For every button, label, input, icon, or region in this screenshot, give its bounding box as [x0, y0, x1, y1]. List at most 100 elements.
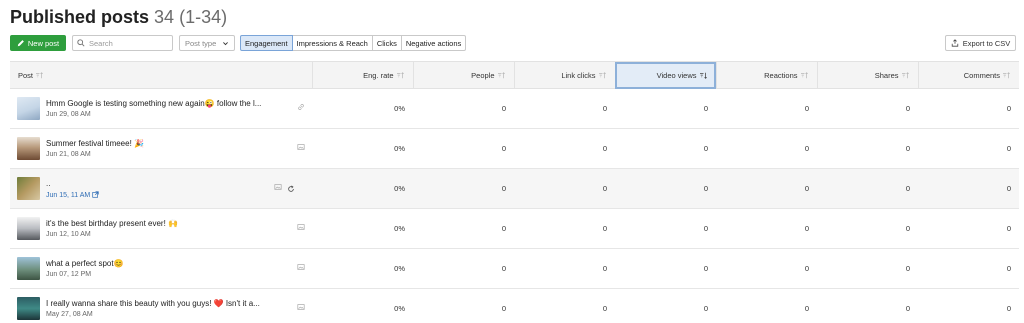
post-thumbnail[interactable] — [17, 217, 40, 240]
comments-value: 0 — [918, 208, 1019, 249]
new-post-button[interactable]: New post — [10, 35, 66, 51]
post-date: Jun 29, 08 AM — [46, 111, 91, 118]
column-link-clicks[interactable]: Link clicks — [514, 61, 616, 89]
page-title: Published posts 34 (1-34) — [10, 7, 227, 28]
search-box[interactable] — [72, 35, 173, 51]
search-input[interactable] — [89, 38, 169, 48]
column-reactions[interactable]: Reactions — [716, 61, 818, 89]
tab-engagement[interactable]: Engagement — [240, 35, 293, 51]
column-post[interactable]: Post — [10, 61, 313, 89]
shares-value: 0 — [817, 88, 918, 129]
people-value: 0 — [413, 168, 514, 209]
link-clicks-value: 0 — [514, 248, 615, 289]
table-row[interactable]: Summer festival timeee! 🎉 Jun 21, 08 AM … — [10, 128, 1019, 169]
video-views-value: 0 — [615, 168, 716, 209]
post-cell: it's the best birthday present ever! 🙌 J… — [10, 208, 312, 249]
reactions-value: 0 — [716, 88, 817, 129]
post-text[interactable]: Hmm Google is testing something new agai… — [46, 99, 294, 108]
post-thumbnail[interactable] — [17, 297, 40, 320]
reactions-value: 0 — [716, 128, 817, 169]
page-title-text: Published posts — [10, 7, 150, 27]
post-count: 34 (1-34) — [154, 7, 228, 27]
column-eng-rate[interactable]: Eng. rate — [312, 61, 414, 89]
metric-tabs: Engagement Impressions & Reach Clicks Ne… — [240, 35, 467, 51]
export-icon — [951, 39, 958, 47]
reactions-value: 0 — [716, 288, 817, 323]
comments-value: 0 — [918, 128, 1019, 169]
toolbar: New post Post type Engagement Impression… — [10, 35, 1016, 51]
refresh-icon[interactable] — [287, 185, 295, 193]
table-row[interactable]: I really wanna share this beauty with yo… — [10, 288, 1019, 323]
eng-rate-value: 0% — [312, 88, 413, 129]
post-cell: I really wanna share this beauty with yo… — [10, 288, 312, 323]
tab-clicks[interactable]: Clicks — [371, 35, 402, 51]
comments-value: 0 — [918, 288, 1019, 323]
post-thumbnail[interactable] — [17, 137, 40, 160]
comments-value: 0 — [918, 88, 1019, 129]
column-video-views[interactable]: Video views — [615, 61, 717, 89]
tab-impressions-reach[interactable]: Impressions & Reach — [291, 35, 373, 51]
post-date: May 27, 08 AM — [46, 311, 93, 318]
post-cell: what a perfect spot😊 Jun 07, 12 PM — [10, 248, 312, 289]
people-value: 0 — [413, 208, 514, 249]
post-date-link[interactable]: Jun 15, 11 AM — [46, 190, 294, 199]
post-date: Jun 07, 12 PM — [46, 271, 92, 278]
post-type-select[interactable]: Post type — [179, 35, 235, 51]
link-clicks-value: 0 — [514, 128, 615, 169]
post-text[interactable]: it's the best birthday present ever! 🙌 — [46, 219, 294, 228]
video-views-value: 0 — [615, 288, 716, 323]
video-views-value: 0 — [615, 128, 716, 169]
post-cell: Hmm Google is testing something new agai… — [10, 88, 312, 129]
column-shares[interactable]: Shares — [817, 61, 919, 89]
comments-value: 0 — [918, 248, 1019, 289]
table-header: Post Eng. rate People Link clicks Video … — [10, 61, 1019, 89]
link-clicks-value: 0 — [514, 168, 615, 209]
reactions-value: 0 — [716, 248, 817, 289]
chevron-down-icon — [223, 41, 228, 45]
table-row[interactable]: it's the best birthday present ever! 🙌 J… — [10, 208, 1019, 249]
table-row[interactable]: what a perfect spot😊 Jun 07, 12 PM 0% 0 … — [10, 248, 1019, 289]
video-views-value: 0 — [615, 248, 716, 289]
post-text[interactable]: .. — [46, 179, 294, 188]
table-row[interactable]: Hmm Google is testing something new agai… — [10, 88, 1019, 129]
eng-rate-value: 0% — [312, 128, 413, 169]
link-clicks-value: 0 — [514, 208, 615, 249]
video-views-value: 0 — [615, 208, 716, 249]
post-text[interactable]: I really wanna share this beauty with yo… — [46, 299, 294, 308]
export-csv-button[interactable]: Export to CSV — [945, 35, 1016, 51]
search-icon — [77, 39, 85, 47]
people-value: 0 — [413, 248, 514, 289]
column-comments[interactable]: Comments — [918, 61, 1019, 89]
sort-desc-icon — [699, 72, 707, 79]
post-text[interactable]: Summer festival timeee! 🎉 — [46, 139, 294, 148]
shares-value: 0 — [817, 168, 918, 209]
shares-value: 0 — [817, 248, 918, 289]
people-value: 0 — [413, 88, 514, 129]
shares-value: 0 — [817, 288, 918, 323]
sort-icon — [396, 72, 404, 79]
external-link-icon[interactable] — [92, 190, 99, 198]
image-icon — [297, 144, 305, 150]
link-icon — [298, 104, 304, 110]
reactions-value: 0 — [716, 208, 817, 249]
eng-rate-value: 0% — [312, 288, 413, 323]
table-row[interactable]: .. Jun 15, 11 AM 0% 0 0 0 0 0 0 — [10, 168, 1019, 209]
people-value: 0 — [413, 128, 514, 169]
post-thumbnail[interactable] — [17, 177, 40, 200]
sort-icon — [598, 72, 606, 79]
post-type-label: Post type — [185, 38, 217, 48]
post-date: Jun 21, 08 AM — [46, 151, 91, 158]
tab-negative-actions[interactable]: Negative actions — [400, 35, 467, 51]
post-cell: .. Jun 15, 11 AM — [10, 168, 312, 209]
column-people[interactable]: People — [413, 61, 515, 89]
shares-value: 0 — [817, 128, 918, 169]
post-thumbnail[interactable] — [17, 257, 40, 280]
post-date: Jun 12, 10 AM — [46, 231, 91, 238]
link-clicks-value: 0 — [514, 88, 615, 129]
post-text[interactable]: what a perfect spot😊 — [46, 259, 294, 268]
eng-rate-value: 0% — [312, 168, 413, 209]
eng-rate-value: 0% — [312, 248, 413, 289]
shares-value: 0 — [817, 208, 918, 249]
post-thumbnail[interactable] — [17, 97, 40, 120]
sort-icon — [1003, 72, 1010, 79]
